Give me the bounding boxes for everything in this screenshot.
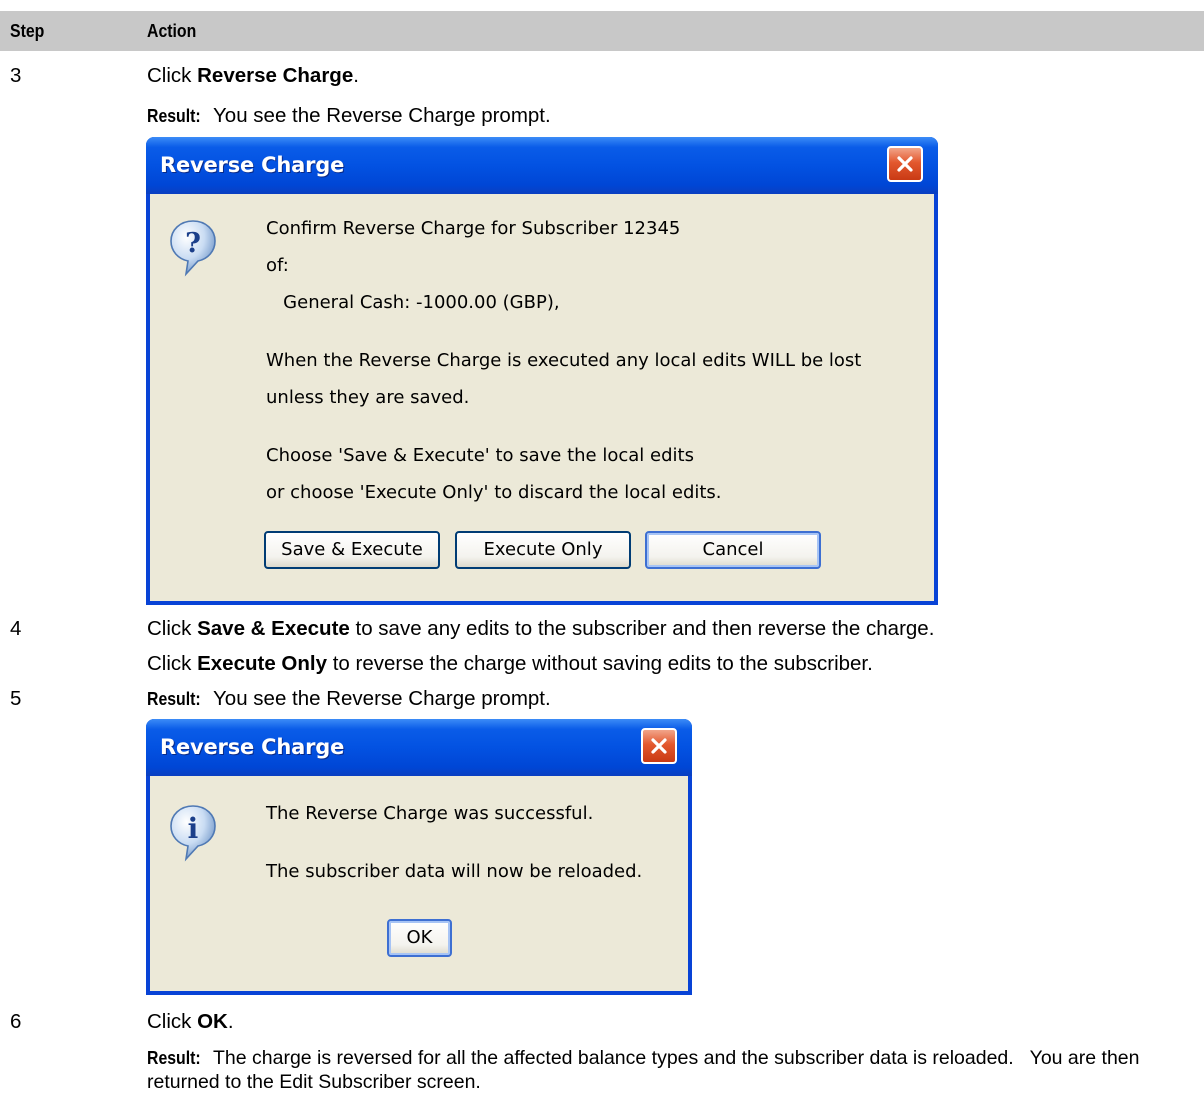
result-label: Result: bbox=[147, 1048, 201, 1068]
reverse-charge-success-dialog: Reverse Charge i The Reverse Charge was … bbox=[146, 719, 692, 995]
step-instruction: Click Save & Execute to save any edits t… bbox=[147, 617, 935, 640]
step-instruction: Click Execute Only to reverse the charge… bbox=[147, 652, 873, 675]
dialog-title: Reverse Charge bbox=[160, 153, 345, 177]
save-execute-button[interactable]: Save & Execute bbox=[264, 531, 440, 569]
info-icon: i bbox=[168, 804, 218, 862]
dialog-line: Confirm Reverse Charge for Subscriber 12… bbox=[266, 218, 681, 239]
close-icon[interactable] bbox=[887, 146, 923, 182]
dialog-line: The subscriber data will now be reloaded… bbox=[266, 861, 643, 882]
step-result: Result: You see the Reverse Charge prompt… bbox=[147, 104, 551, 127]
step-number: 6 bbox=[10, 1010, 22, 1033]
execute-only-button[interactable]: Execute Only bbox=[455, 531, 631, 569]
step-number: 4 bbox=[10, 617, 22, 640]
question-icon: ? bbox=[168, 219, 218, 277]
step-column-header: Step bbox=[10, 21, 45, 41]
ui-term: OK bbox=[197, 1010, 228, 1033]
step-instruction: Click Reverse Charge. bbox=[147, 64, 359, 87]
dialog-title: Reverse Charge bbox=[160, 735, 345, 759]
action-column-header: Action bbox=[147, 21, 197, 41]
dialog-body: ? Confirm Reverse Charge for Subscriber … bbox=[150, 194, 934, 601]
dialog-line: General Cash: -1000.00 (GBP), bbox=[266, 292, 560, 313]
step-number: 5 bbox=[10, 687, 22, 710]
dialog-titlebar: Reverse Charge bbox=[146, 719, 692, 776]
result-label: Result: bbox=[147, 689, 201, 709]
svg-text:i: i bbox=[188, 812, 199, 845]
dialog-titlebar: Reverse Charge bbox=[146, 137, 938, 194]
ok-button[interactable]: OK bbox=[387, 919, 452, 957]
ui-term: Reverse Charge bbox=[197, 64, 354, 87]
dialog-line: Choose 'Save & Execute' to save the loca… bbox=[266, 445, 694, 466]
reverse-charge-confirm-dialog: Reverse Charge ? Confirm Reverse Charge … bbox=[146, 137, 938, 605]
close-icon[interactable] bbox=[641, 728, 677, 764]
dialog-line: The Reverse Charge was successful. bbox=[266, 803, 594, 824]
dialog-line: or choose 'Execute Only' to discard the … bbox=[266, 482, 722, 503]
step-number: 3 bbox=[10, 64, 22, 87]
dialog-line: When the Reverse Charge is executed any … bbox=[266, 350, 862, 371]
step-result: Result: The charge is reversed for all th… bbox=[147, 1047, 1145, 1093]
table-header: Step Action bbox=[0, 11, 1204, 51]
dialog-line: of: bbox=[266, 255, 289, 276]
step-result: Result: You see the Reverse Charge prompt… bbox=[147, 687, 551, 710]
cancel-button[interactable]: Cancel bbox=[645, 531, 821, 569]
dialog-line: unless they are saved. bbox=[266, 387, 470, 408]
result-label: Result: bbox=[147, 106, 201, 126]
svg-text:?: ? bbox=[185, 228, 201, 259]
step-instruction: Click OK. bbox=[147, 1010, 234, 1033]
ui-term: Execute Only bbox=[197, 652, 327, 675]
dialog-body: i The Reverse Charge was successful. The… bbox=[150, 776, 688, 991]
ui-term: Save & Execute bbox=[197, 617, 350, 640]
